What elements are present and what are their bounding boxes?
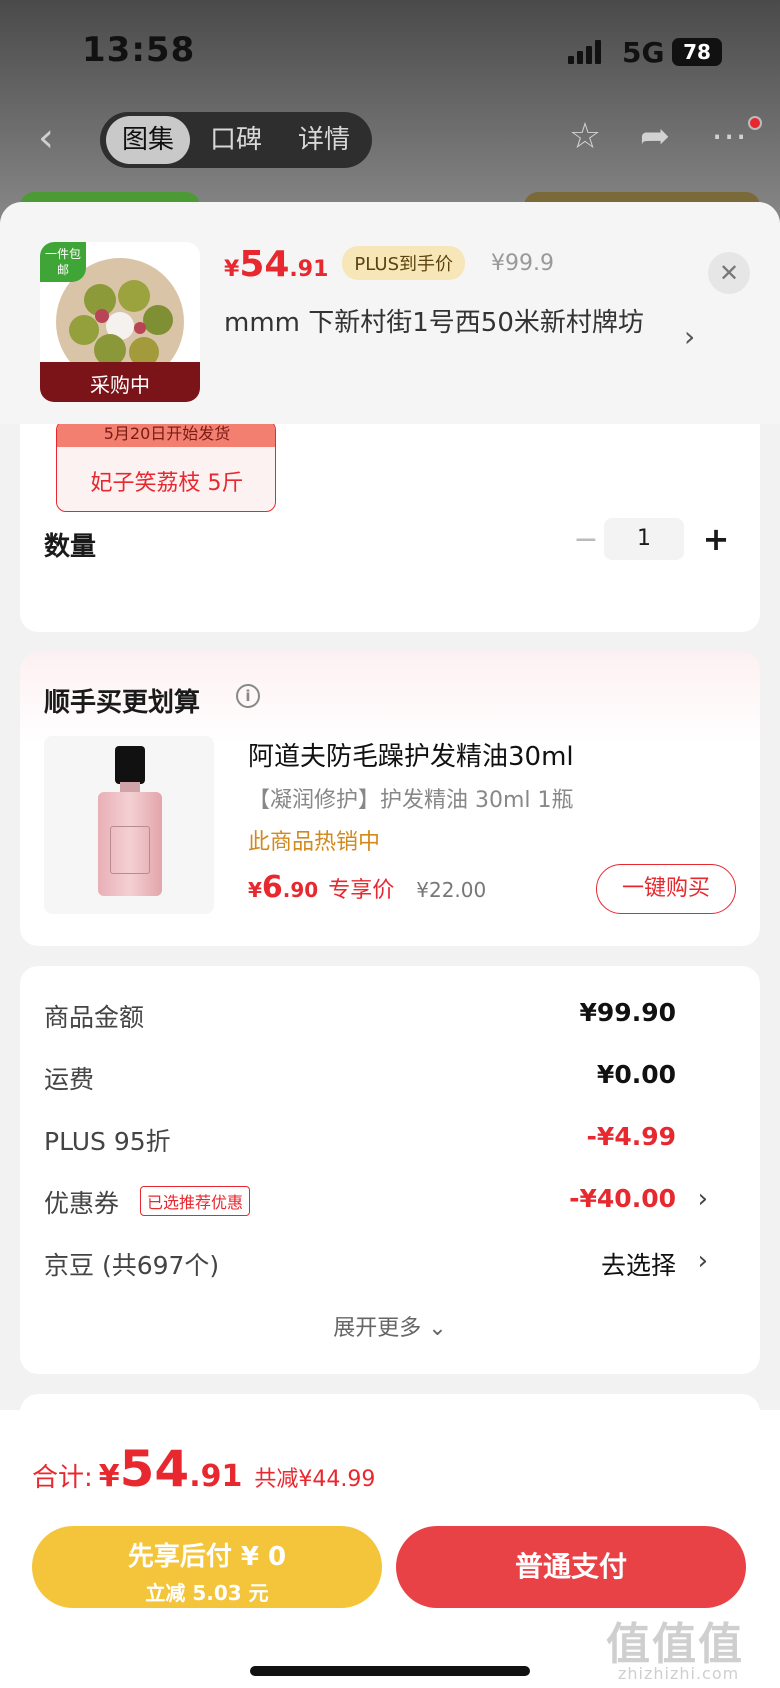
- addon-hot-label: 此商品热销中: [248, 830, 381, 855]
- watermark-site: zhizhizhi.com: [618, 1664, 740, 1683]
- tab-details[interactable]: 详情: [282, 116, 366, 164]
- tab-gallery[interactable]: 图集: [106, 116, 190, 164]
- summary-value: ¥99.90: [579, 998, 676, 1027]
- star-icon[interactable]: ☆: [562, 114, 608, 160]
- status-bar: 13:58 5G 78: [0, 0, 780, 100]
- summary-label: 京豆 (共697个): [44, 1251, 220, 1280]
- sheet-header: 一件包邮 采购中 ¥ 54 .91 PLUS到手价 ¥99.9 ✕ mmm 下新…: [0, 202, 780, 424]
- chevron-right-icon[interactable]: ›: [698, 1184, 708, 1214]
- addon-original-price: ¥22.00: [416, 878, 487, 902]
- spec-option-selected[interactable]: 5月20日开始发货 妃子笑荔枝 5斤: [56, 420, 276, 512]
- pay-later-title: 先享后付 ¥ 0: [127, 1542, 287, 1572]
- addon-card: 顺手买更划算 i 阿道夫防毛躁护发精油30ml 【凝润修护】护发精油 30ml …: [20, 652, 760, 946]
- addon-product-name[interactable]: 阿道夫防毛躁护发精油30ml: [248, 736, 574, 773]
- status-time: 13:58: [82, 30, 196, 70]
- watermark: 值值值: [606, 1619, 744, 1670]
- coupon-row[interactable]: 优惠券 已选推荐优惠 -¥40.00 ›: [44, 1184, 736, 1224]
- ship-note: 5月20日开始发货: [57, 421, 275, 447]
- expand-more-button[interactable]: 展开更多 ⌄: [20, 1310, 760, 1342]
- jingdou-row[interactable]: 京豆 (共697个) 去选择 ›: [44, 1246, 736, 1286]
- notification-dot: [748, 116, 762, 130]
- network-type: 5G: [622, 36, 665, 69]
- close-icon[interactable]: ✕: [708, 252, 750, 294]
- bottle-label: [110, 826, 150, 874]
- tab-switcher: 图集 口碑 详情: [100, 112, 372, 168]
- normal-pay-button[interactable]: 普通支付: [396, 1526, 746, 1608]
- back-chevron-icon[interactable]: ‹: [38, 118, 68, 158]
- original-price: ¥99.9: [491, 251, 554, 276]
- price-summary-card: 商品金额 ¥99.90 运费 ¥0.00 PLUS 95折 -¥4.99 优惠券…: [20, 966, 760, 1374]
- summary-label: 运费: [44, 1065, 95, 1094]
- summary-row: 商品金额 ¥99.90: [44, 998, 736, 1038]
- more-icon[interactable]: ⋯: [706, 114, 752, 160]
- total-symbol: ¥: [98, 1459, 120, 1494]
- quantity-plus-button[interactable]: +: [696, 518, 736, 560]
- quantity-minus-button[interactable]: −: [566, 520, 606, 560]
- spec-name: 妃子笑荔枝 5斤: [90, 471, 244, 496]
- summary-label: 优惠券: [44, 1189, 120, 1218]
- delivery-address[interactable]: mmm 下新村街1号西50米新村牌坊: [224, 300, 674, 346]
- summary-value: ¥0.00: [596, 1060, 676, 1089]
- addon-price: ¥ 6 .90 专享价 ¥22.00: [248, 870, 486, 905]
- total-integer: 54: [119, 1440, 190, 1498]
- total-decimal: .91: [189, 1459, 243, 1494]
- quantity-input[interactable]: 1: [604, 518, 684, 560]
- summary-label: PLUS 95折: [44, 1127, 171, 1156]
- total-price: 合计: ¥ 54 .91 共减¥44.99: [32, 1440, 375, 1498]
- summary-row: PLUS 95折 -¥4.99: [44, 1122, 736, 1162]
- plus-price-tag: PLUS到手价: [342, 246, 465, 280]
- tab-reviews[interactable]: 口碑: [194, 116, 278, 164]
- addon-price-decimal: .90: [282, 878, 319, 902]
- summary-value: -¥40.00: [569, 1184, 676, 1213]
- addon-price-integer: 6: [261, 870, 283, 905]
- coupon-tag: 已选推荐优惠: [140, 1186, 251, 1216]
- chevron-right-icon[interactable]: ›: [698, 1246, 708, 1276]
- summary-value: 去选择: [600, 1251, 676, 1280]
- product-thumbnail[interactable]: 一件包邮 采购中: [40, 242, 200, 402]
- price-decimal: .91: [289, 257, 329, 282]
- pay-later-button[interactable]: 先享后付 ¥ 0 立减 5.03 元: [32, 1526, 382, 1608]
- bottle-cap: [115, 746, 145, 784]
- total-label: 合计:: [32, 1463, 93, 1493]
- summary-row: 运费 ¥0.00: [44, 1060, 736, 1100]
- addon-product-spec: 【凝润修护】护发精油 30ml 1瓶: [248, 788, 574, 813]
- summary-value: -¥4.99: [586, 1122, 676, 1151]
- checkout-footer: 合计: ¥ 54 .91 共减¥44.99 先享后付 ¥ 0 立减 5.03 元…: [0, 1410, 780, 1688]
- free-shipping-badge: 一件包邮: [40, 242, 86, 282]
- price-symbol: ¥: [224, 257, 240, 282]
- hair-oil-image[interactable]: [44, 736, 214, 914]
- total-savings: 共减¥44.99: [254, 1467, 376, 1492]
- top-nav: ‹ 图集 口碑 详情 ☆ ➦ ⋯: [0, 100, 780, 190]
- pay-later-subtitle: 立减 5.03 元: [145, 1581, 269, 1605]
- home-indicator: [250, 1666, 530, 1676]
- chevron-right-icon[interactable]: ›: [684, 320, 695, 353]
- share-icon[interactable]: ➦: [632, 114, 678, 160]
- summary-label: 商品金额: [44, 1003, 145, 1032]
- addon-exclusive-label: 专享价: [328, 878, 395, 903]
- header-price: ¥ 54 .91 PLUS到手价 ¥99.9: [224, 244, 554, 290]
- battery-icon: 78: [672, 38, 722, 66]
- one-click-buy-button[interactable]: 一键购买: [596, 864, 736, 914]
- quantity-label: 数量: [44, 532, 97, 562]
- thumb-status: 采购中: [90, 373, 150, 397]
- addon-title: 顺手买更划算: [44, 688, 201, 718]
- info-icon[interactable]: i: [236, 684, 260, 708]
- signal-icon: [568, 40, 604, 64]
- price-integer: 54: [239, 244, 290, 285]
- addon-price-symbol: ¥: [248, 878, 262, 902]
